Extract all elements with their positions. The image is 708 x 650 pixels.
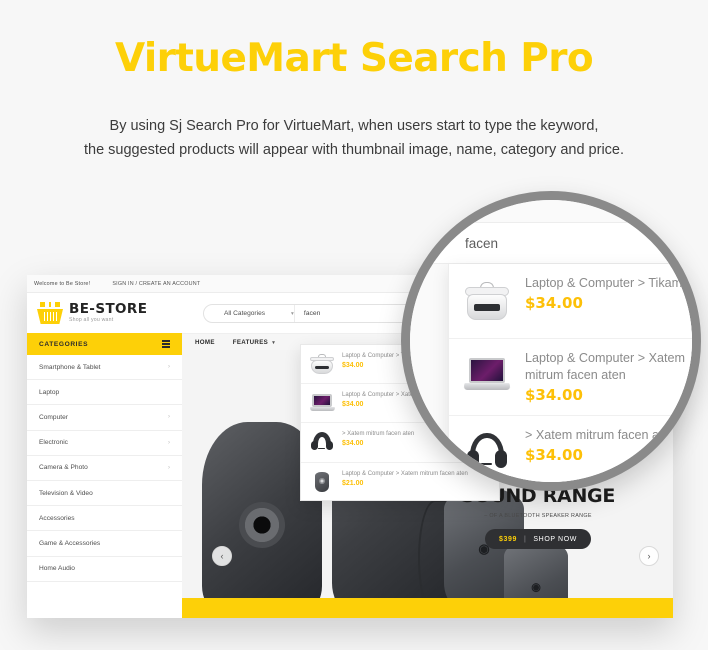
sidebar-item-smartphone-tablet[interactable]: Smartphone & Tablet › bbox=[27, 355, 182, 381]
nav-item-features[interactable]: FEATURES ▼ bbox=[233, 339, 276, 346]
magnifier-lens: facen Laptop & Computer > Tikam Sacen $3… bbox=[401, 191, 701, 491]
chevron-right-icon: › bbox=[168, 364, 170, 371]
chevron-right-icon: › bbox=[168, 464, 170, 471]
page-subtitle-line-2: the suggested products will appear with … bbox=[83, 142, 625, 158]
welcome-message: Welcome to Be Store! bbox=[34, 280, 91, 287]
sidebar-item-label: Smartphone & Tablet bbox=[39, 363, 101, 371]
headphones-icon bbox=[308, 428, 336, 457]
banner-price: $399 bbox=[499, 535, 517, 543]
logo-tagline: Shop all you want bbox=[69, 317, 114, 324]
suggestion-name: Laptop & Computer > Xatem mitrum facen a… bbox=[525, 351, 685, 382]
category-select-value: All Categories bbox=[224, 310, 266, 317]
nav-item-home[interactable]: HOME bbox=[195, 339, 215, 346]
sidebar-item-home-audio[interactable]: Home Audio bbox=[27, 557, 182, 582]
suggestion-item[interactable]: Laptop & Computer > Tikam Sacen $34.00 bbox=[449, 264, 701, 339]
sidebar-item-label: Game & Accessories bbox=[39, 539, 101, 547]
sidebar-heading[interactable]: CATEGORIES bbox=[27, 333, 182, 355]
chevron-down-icon: ▾ bbox=[291, 310, 294, 317]
laptop-icon bbox=[461, 350, 513, 402]
sidebar-item-label: Electronic bbox=[39, 439, 68, 447]
shop-now-button[interactable]: $399 | SHOP NOW bbox=[485, 529, 591, 549]
rice-cooker-icon bbox=[308, 350, 336, 379]
magnified-suggestions-list[interactable]: Laptop & Computer > Tikam Sacen $34.00 L… bbox=[448, 264, 701, 482]
sidebar-item-camera-photo[interactable]: Camera & Photo › bbox=[27, 456, 182, 481]
signin-create-account-link[interactable]: SIGN IN / CREATE AN ACCOUNT bbox=[112, 281, 200, 287]
banner-subline: – OF A BLUETOOTH SPEAKER RANGE bbox=[484, 513, 592, 519]
site-logo[interactable]: BE-STORE Shop all you want bbox=[37, 302, 147, 324]
magnified-search-field[interactable]: facen bbox=[410, 222, 692, 264]
sidebar-item-label: Home Audio bbox=[39, 565, 75, 573]
magnified-content: facen Laptop & Computer > Tikam Sacen $3… bbox=[410, 200, 692, 482]
sidebar-item-television-video[interactable]: Television & Video bbox=[27, 481, 182, 507]
chevron-right-icon: › bbox=[647, 551, 651, 561]
rice-cooker-icon bbox=[461, 275, 513, 327]
laptop-icon bbox=[308, 389, 336, 418]
sidebar-heading-label: CATEGORIES bbox=[39, 340, 89, 348]
sidebar-item-label: Laptop bbox=[39, 388, 60, 396]
suggestion-item[interactable]: Laptop & Computer > Xatem mitrum facen a… bbox=[449, 339, 692, 416]
suggestion-name: Laptop & Computer > Tikam Sacen bbox=[525, 276, 701, 290]
carousel-prev-button[interactable]: ‹ bbox=[212, 546, 232, 566]
bluetooth-speaker-icon bbox=[308, 467, 336, 496]
suggestion-name: > Xatem mitrum facen aten bbox=[525, 428, 677, 442]
chevron-down-icon: ▼ bbox=[271, 340, 277, 346]
shop-now-label: SHOP NOW bbox=[533, 535, 577, 543]
sidebar-item-label: Television & Video bbox=[39, 489, 93, 497]
suggestion-name: > Xatem mitrum facen aten bbox=[342, 431, 415, 438]
chevron-left-icon: ‹ bbox=[220, 551, 224, 561]
suggestion-price: $34.00 bbox=[525, 294, 583, 312]
suggestion-price: $34.00 bbox=[525, 446, 583, 464]
hamburger-icon[interactable] bbox=[162, 340, 170, 348]
category-select[interactable]: All Categories ▾ bbox=[204, 305, 295, 322]
carousel-next-button[interactable]: › bbox=[639, 546, 659, 566]
sidebar-item-electronic[interactable]: Electronic › bbox=[27, 431, 182, 456]
page-subtitle-line-1: By using Sj Search Pro for VirtueMart, w… bbox=[109, 118, 599, 134]
banner-separator: | bbox=[523, 535, 527, 543]
headphones-icon bbox=[461, 427, 513, 479]
sidebar-item-laptop[interactable]: Laptop bbox=[27, 380, 182, 406]
sidebar-item-game-accessories[interactable]: Game & Accessories bbox=[27, 531, 182, 557]
chevron-right-icon: › bbox=[168, 414, 170, 421]
banner-bottom-strip bbox=[182, 598, 673, 618]
page-subtitle: By using Sj Search Pro for VirtueMart, w… bbox=[0, 114, 708, 162]
suggestion-price: $34.00 bbox=[525, 386, 583, 404]
suggestion-price: $34.00 bbox=[342, 440, 364, 448]
shopping-basket-icon bbox=[37, 302, 63, 324]
logo-name: BE-STORE bbox=[69, 300, 148, 317]
magnified-search-value: facen bbox=[465, 236, 499, 251]
sidebar-item-accessories[interactable]: Accessories bbox=[27, 506, 182, 532]
sidebar-item-computer[interactable]: Computer › bbox=[27, 405, 182, 431]
page-root: VirtueMart Search Pro By using Sj Search… bbox=[0, 0, 708, 650]
chevron-right-icon: › bbox=[168, 439, 170, 446]
page-title: VirtueMart Search Pro bbox=[114, 36, 594, 81]
sidebar-item-label: Camera & Photo bbox=[39, 464, 88, 472]
suggestion-item[interactable]: > Xatem mitrum facen aten $34.00 bbox=[449, 416, 692, 482]
sidebar-item-label: Computer bbox=[39, 413, 68, 421]
category-sidebar: CATEGORIES Smartphone & Tablet › Laptop … bbox=[27, 333, 182, 582]
sidebar-item-label: Accessories bbox=[39, 514, 75, 522]
